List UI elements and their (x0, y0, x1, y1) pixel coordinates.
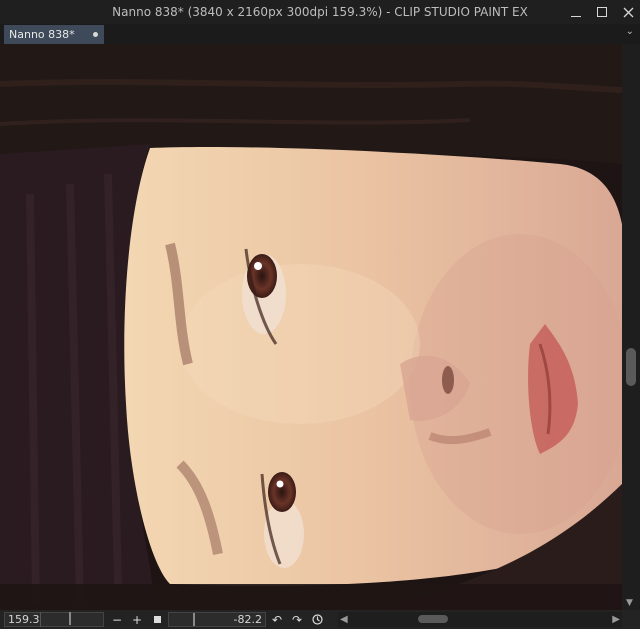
window-controls (570, 0, 634, 24)
minus-icon[interactable]: − (110, 612, 124, 627)
tab-document[interactable]: Nanno 838* (4, 25, 104, 44)
rotation-value: -82.2 (233, 613, 262, 626)
zoom-slider[interactable] (40, 612, 104, 627)
close-icon[interactable] (622, 6, 634, 18)
drawing-canvas[interactable] (0, 44, 622, 610)
reset-icon[interactable] (310, 612, 324, 627)
maximize-icon[interactable] (596, 6, 608, 18)
square-icon[interactable] (150, 612, 164, 627)
vertical-scrollbar[interactable]: ▼ (622, 44, 640, 610)
window-title: Nanno 838* (3840 x 2160px 300dpi 159.3%)… (112, 5, 528, 19)
scroll-right-icon[interactable]: ▶ (612, 614, 620, 625)
tab-bar: Nanno 838* ⌄ (0, 24, 640, 44)
zoom-value: 159.3 (8, 613, 40, 626)
painting (0, 44, 622, 610)
vertical-scroll-thumb[interactable] (626, 348, 636, 386)
tab-label: Nanno 838* (9, 28, 75, 41)
status-bar: 159.3 − + -82.2 ↶ ↷ ◀ ▶ (0, 610, 640, 629)
rotate-left-icon[interactable]: ↶ (270, 612, 284, 627)
rotation-field[interactable]: -82.2 (168, 612, 266, 627)
modified-dot-icon (93, 32, 98, 37)
title-bar: Nanno 838* (3840 x 2160px 300dpi 159.3%)… (0, 0, 640, 24)
minimize-icon[interactable] (570, 6, 582, 18)
scroll-down-icon[interactable]: ▼ (626, 598, 633, 608)
horizontal-scrollbar[interactable]: ◀ ▶ (338, 612, 622, 627)
horizontal-scroll-thumb[interactable] (418, 615, 448, 623)
rotate-right-icon[interactable]: ↷ (290, 612, 304, 627)
plus-icon[interactable]: + (130, 612, 144, 627)
chevron-down-icon[interactable]: ⌄ (626, 26, 634, 37)
scroll-left-icon[interactable]: ◀ (340, 614, 348, 625)
